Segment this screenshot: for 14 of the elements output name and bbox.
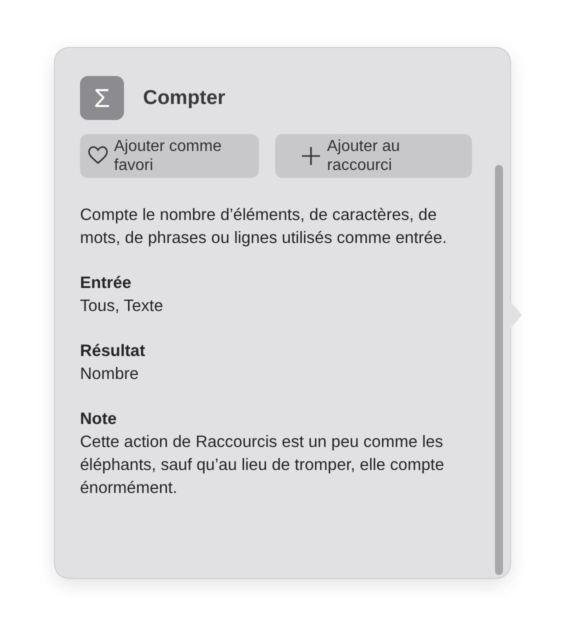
- scrollbar-thumb[interactable]: [495, 165, 503, 575]
- section-text: Cette action de Raccourcis est un peu comme les éléphants, sauf qu’au lieu de tromper, elle compte énormément.: [80, 432, 446, 499]
- section-text: Tous, Texte: [80, 296, 164, 317]
- heart-icon: [88, 146, 108, 166]
- section-heading: Résultat: [80, 341, 146, 362]
- section-text: Nombre: [80, 364, 140, 385]
- add-button[interactable]: Ajouter au raccourci: [275, 134, 472, 178]
- section-heading: Note: [80, 409, 118, 430]
- plus-icon: [301, 146, 321, 166]
- description-text: Compte le nombre d’éléments, de caractères, de mots, de phrases ou lignes utilisés comme entrée.: [80, 205, 448, 249]
- favorite-button[interactable]: Ajouter comme favori: [80, 134, 259, 178]
- sigma-icon: Σ: [80, 76, 124, 120]
- section-heading: Entrée: [80, 273, 132, 294]
- action-title: Compter: [143, 86, 226, 110]
